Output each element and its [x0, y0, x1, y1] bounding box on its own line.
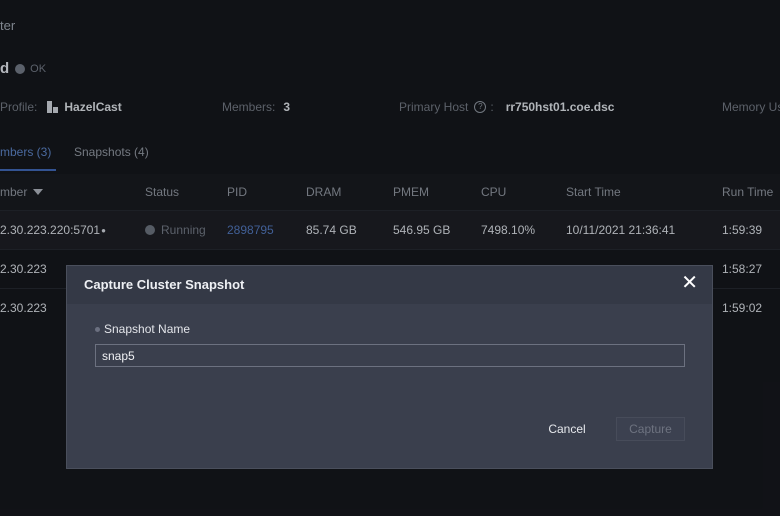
- required-marker-icon: [95, 326, 100, 332]
- dialog-header: Capture Cluster Snapshot ✕: [67, 266, 712, 304]
- cancel-button[interactable]: Cancel: [537, 417, 597, 441]
- dialog-title: Capture Cluster Snapshot: [84, 277, 245, 292]
- snapshot-name-input[interactable]: [95, 344, 685, 367]
- close-icon[interactable]: ✕: [681, 273, 698, 293]
- snapshot-name-label: Snapshot Name: [95, 322, 190, 336]
- capture-snapshot-dialog: Capture Cluster Snapshot ✕ Snapshot Name…: [66, 265, 713, 469]
- capture-button[interactable]: Capture: [616, 417, 685, 441]
- snapshot-name-label-text: Snapshot Name: [104, 322, 191, 336]
